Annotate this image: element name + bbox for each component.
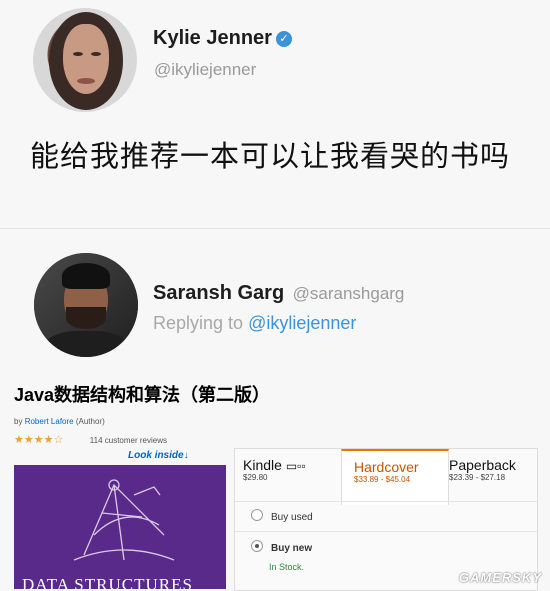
book-cover-image[interactable]: DATA STRUCTURES	[14, 465, 226, 589]
avatar-beard	[66, 307, 106, 329]
divider	[0, 228, 550, 229]
avatar-lips	[77, 78, 95, 84]
format-label: Kindle ▭▫▫	[243, 457, 306, 473]
buy-new-option[interactable]: Buy new	[251, 540, 312, 554]
watermark-logo: GAMERSKY	[458, 570, 542, 585]
arrow-down-icon: ↓	[183, 450, 189, 461]
format-kindle[interactable]: Kindle ▭▫▫ $29.80	[243, 457, 339, 503]
star-rating-icon[interactable]: ★★★★☆	[14, 434, 63, 446]
format-paperback[interactable]: Paperback $23.39 - $27.18	[449, 457, 535, 503]
avatar-saransh[interactable]	[34, 253, 138, 357]
reply-line: Replying to @ikyliejenner	[153, 313, 356, 334]
tweet1-name-row: Kylie Jenner ✓	[153, 27, 292, 50]
display-name[interactable]: Kylie Jenner	[153, 27, 272, 49]
stock-status: In Stock.	[269, 562, 305, 572]
format-price: $23.39 - $27.18	[449, 473, 506, 482]
look-inside-link[interactable]: Look inside↓	[128, 450, 189, 461]
format-price: $33.89 - $45.04	[354, 475, 411, 484]
divider	[235, 531, 537, 532]
display-name[interactable]: Saransh Garg	[153, 282, 284, 304]
reviews-link[interactable]: 114 customer reviews	[90, 436, 167, 445]
format-price: $29.80	[243, 473, 268, 482]
author-link[interactable]: Robert Lafore	[25, 417, 74, 426]
divider	[235, 501, 537, 502]
author-role: (Author)	[75, 417, 105, 426]
sextant-illustration-icon	[73, 479, 175, 561]
book-title: Java数据结构和算法（第二版）	[14, 385, 271, 405]
user-handle[interactable]: @ikyliejenner	[154, 60, 256, 80]
verified-badge-icon: ✓	[275, 31, 292, 47]
cover-title: DATA STRUCTURES	[22, 575, 193, 589]
by-prefix: by	[14, 417, 23, 426]
look-inside-label: Look inside	[128, 450, 184, 461]
byline: by Robert Lafore (Author)	[14, 417, 105, 426]
avatar-hair	[62, 263, 110, 289]
device-icon: ▭▫▫	[285, 459, 306, 473]
buy-used-option[interactable]: Buy used	[251, 509, 313, 523]
radio-selected-icon[interactable]	[251, 540, 263, 552]
avatar-body	[44, 331, 128, 357]
format-hardcover[interactable]: Hardcover $33.89 - $45.04	[341, 449, 449, 505]
reply-mention-link[interactable]: @ikyliejenner	[248, 313, 356, 333]
user-handle[interactable]: @saranshgarg	[293, 284, 405, 303]
buy-used-label: Buy used	[271, 512, 313, 523]
avatar-eye	[91, 52, 101, 56]
tweet2-name-row: Saransh Garg @saranshgarg	[153, 282, 404, 305]
tweet-text: 能给我推荐一本可以让我看哭的书吗	[30, 141, 511, 173]
radio-icon[interactable]	[251, 509, 263, 521]
avatar-kylie[interactable]	[33, 8, 137, 112]
format-label: Paperback	[449, 457, 516, 473]
rating-row: ★★★★☆ 114 customer reviews	[14, 430, 167, 448]
avatar-eye	[73, 52, 83, 56]
reply-prefix: Replying to	[153, 313, 244, 333]
buy-new-label: Buy new	[271, 543, 313, 554]
format-label: Hardcover	[354, 459, 419, 475]
